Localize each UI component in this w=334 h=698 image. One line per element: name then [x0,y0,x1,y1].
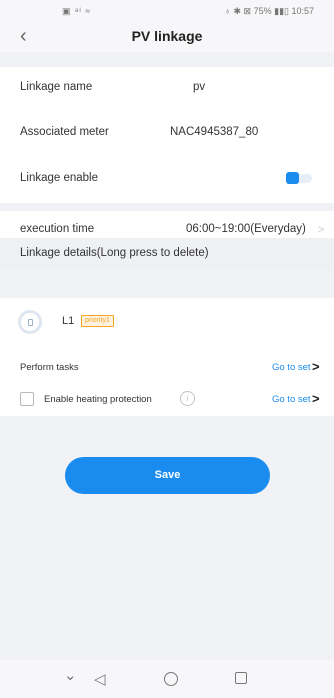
chevron-right-icon[interactable]: > [312,359,320,374]
nav-bar: ‹ PV linkage [0,22,334,52]
info-icon[interactable]: i [180,391,195,406]
heating-protection-go-to-set-link[interactable]: Go to set [272,394,311,405]
heating-protection-checkbox[interactable] [20,392,34,406]
execution-time-value: 06:00~19:00(Everyday) [186,223,306,235]
associated-meter-label: Associated meter [20,126,109,138]
chevron-right-icon[interactable]: > [312,391,320,406]
execution-time-label: execution time [20,223,95,235]
home-circle-icon[interactable] [164,672,178,686]
chevron-right-icon: > [318,224,325,236]
linkage-name-label: Linkage name [20,81,93,93]
linkage-name-value[interactable]: pv [193,81,205,93]
chevron-down-icon[interactable]: ⌄ [64,666,77,684]
perform-tasks-label: Perform tasks [20,362,79,373]
status-bar: ▣ ᵊˡ ≈ ♁ ✱ ⊠ 75% ▮▮▯ 10:57 [0,0,334,22]
status-right-info: ♁ ✱ ⊠ 75% ▮▮▯ 10:57 [224,6,314,16]
save-button[interactable]: Save [65,457,270,494]
page-title: PV linkage [131,28,203,44]
linkage-info-card: Linkage name pv Associated meter NAC4945… [0,67,334,203]
priority-badge: priority1 [81,315,114,327]
linkage-enable-label: Linkage enable [20,172,99,184]
toggle-knob [286,172,299,184]
status-left-icons: ▣ ᵊˡ ≈ [62,6,92,16]
system-nav-bar: ⌄ ◁ [0,660,334,698]
perform-tasks-go-to-set-link[interactable]: Go to set [272,362,311,373]
linkage-details-title: Linkage details(Long press to delete) [20,247,209,259]
linkage-enable-toggle[interactable] [286,172,312,184]
execution-time-card[interactable]: execution time 06:00~19:00(Everyday) > [0,211,334,239]
device-icon [18,310,42,334]
associated-meter-value[interactable]: NAC4945387_80 [170,126,258,138]
recents-square-icon[interactable] [235,672,247,684]
plug-icon [28,319,33,326]
heating-protection-label: Enable heating protection [44,394,152,405]
back-triangle-icon[interactable]: ◁ [94,670,106,688]
linkage-item-label[interactable]: L1 [62,315,74,327]
linkage-details-header: Linkage details(Long press to delete) [0,238,334,270]
